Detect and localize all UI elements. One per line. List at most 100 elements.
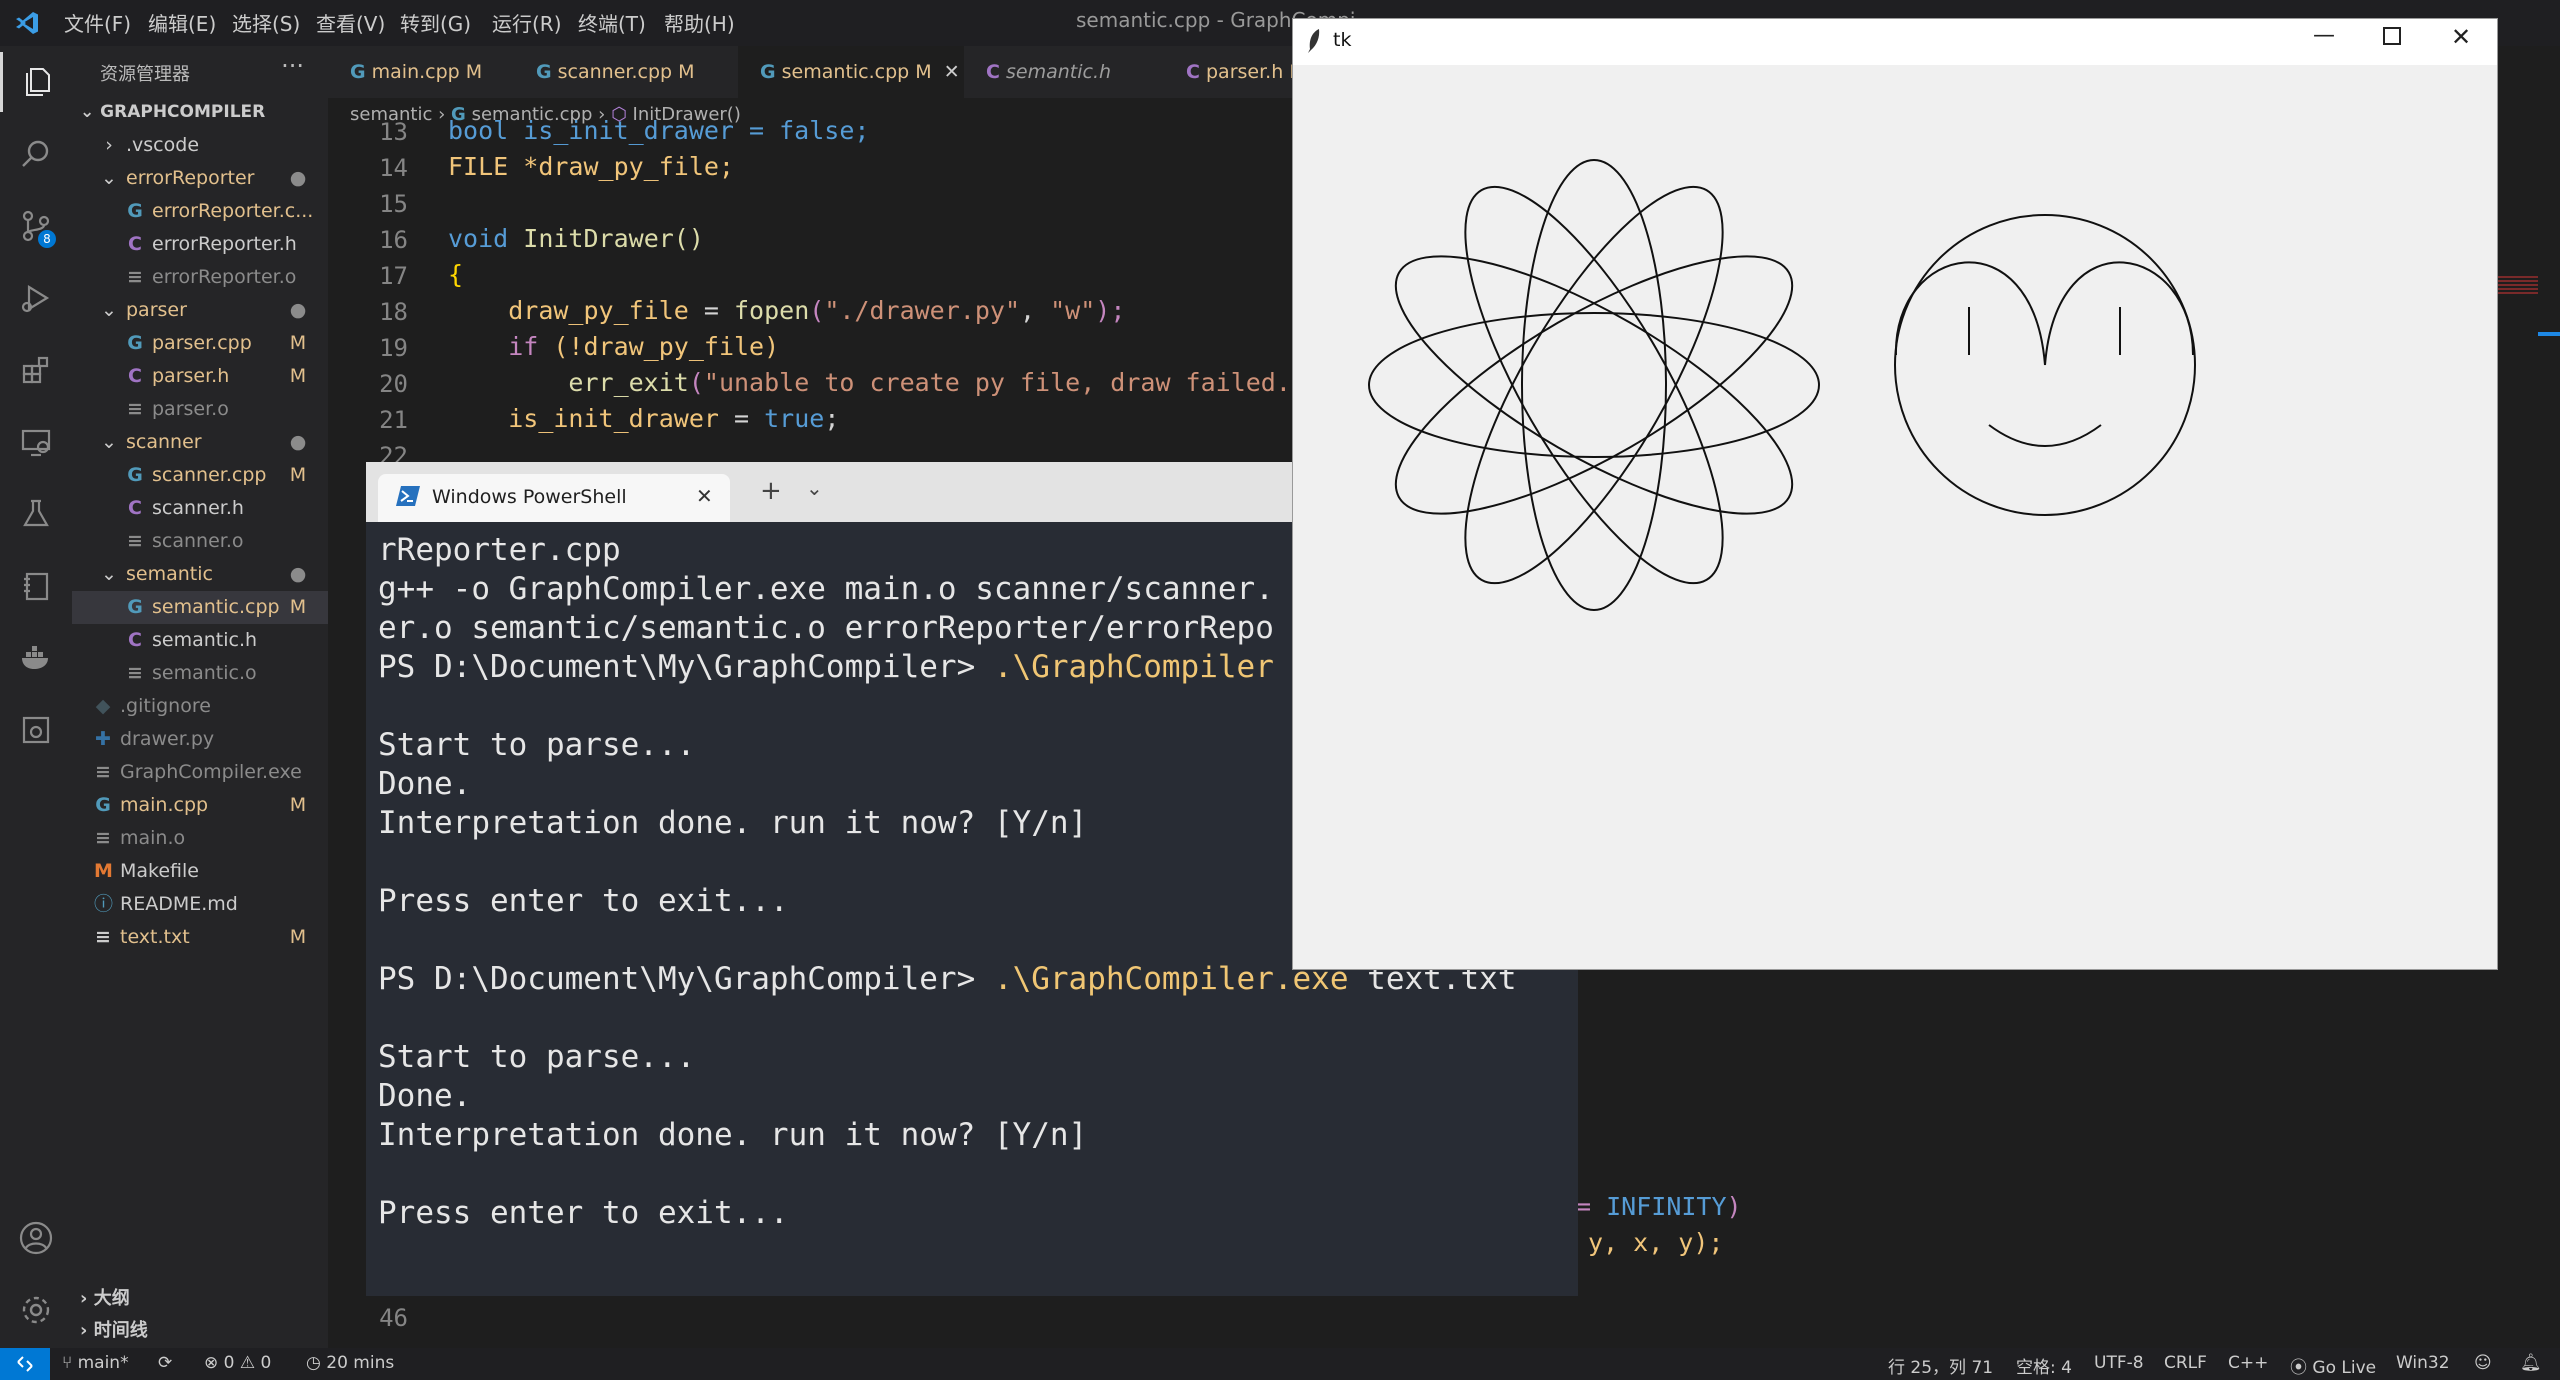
- feedback-icon[interactable]: ☺: [2474, 1353, 2492, 1373]
- account-icon[interactable]: [0, 1208, 72, 1268]
- line-number: 13: [379, 118, 408, 146]
- python-icon: ✚: [95, 728, 111, 750]
- chevron-down-icon: ⌄: [101, 431, 117, 453]
- tab-scanner-cpp[interactable]: G scanner.cpp M: [514, 46, 724, 98]
- docker-icon[interactable]: [0, 628, 72, 688]
- tree-folder-errorreporter[interactable]: ⌄ errorReporter ●: [100, 162, 328, 195]
- search-icon[interactable]: [0, 124, 72, 184]
- tree-file-main-cpp[interactable]: Gmain.cpp M: [94, 789, 328, 822]
- line-number: 15: [379, 190, 408, 218]
- tree-folder-vscode[interactable]: › .vscode: [100, 129, 328, 162]
- menu-help[interactable]: 帮助(H): [664, 8, 735, 37]
- tree-file-parser-h[interactable]: Cparser.h M: [100, 360, 328, 393]
- minimize-icon[interactable]: —: [2313, 23, 2335, 48]
- source-control-icon[interactable]: 8: [0, 196, 72, 256]
- tree-file-graphcompiler-exe[interactable]: ≡ GraphCompiler.exe: [94, 756, 328, 789]
- tree-file-errorreporter-cpp[interactable]: GerrorReporter.c...M: [100, 195, 378, 228]
- close-icon[interactable]: ✕: [2451, 23, 2471, 51]
- c-header-icon: C: [128, 629, 142, 651]
- tree-folder-parser[interactable]: ⌄ parser ●: [100, 294, 328, 327]
- settings-gear-icon[interactable]: [0, 1280, 72, 1340]
- encoding[interactable]: UTF-8: [2094, 1353, 2144, 1373]
- terminal-tab[interactable]: Windows PowerShell ✕: [378, 474, 730, 522]
- tree-file-scanner-cpp[interactable]: Gscanner.cpp M: [100, 459, 328, 492]
- bell-icon[interactable]: 🔔︎: [2520, 1353, 2542, 1373]
- tree-file-gitignore[interactable]: ◆ .gitignore: [94, 690, 328, 723]
- problems-status[interactable]: ⊗ 0 ⚠ 0: [204, 1353, 271, 1373]
- run-debug-icon[interactable]: [0, 268, 72, 328]
- sync-icon[interactable]: ⟳: [158, 1353, 172, 1373]
- line-endings[interactable]: CRLF: [2164, 1353, 2207, 1373]
- modified-dot: ●: [289, 431, 307, 453]
- explorer-icon[interactable]: [0, 52, 72, 112]
- cpp-file-icon: G: [350, 61, 366, 83]
- chevron-down-icon: ⌄: [101, 167, 117, 189]
- time-status[interactable]: ◷ 20 mins: [306, 1353, 394, 1373]
- modified-dot: ●: [289, 167, 307, 189]
- outline-section[interactable]: › 大纲: [80, 1284, 130, 1310]
- tab-main-cpp[interactable]: G main.cpp M: [328, 46, 514, 98]
- tree-file-readme[interactable]: ⓘ README.md: [94, 888, 328, 921]
- language-mode[interactable]: C++: [2228, 1353, 2268, 1373]
- tree-file-semantic-o[interactable]: ≡ semantic.o: [100, 657, 328, 690]
- close-icon[interactable]: ✕: [944, 61, 960, 83]
- close-icon[interactable]: ✕: [696, 484, 713, 508]
- tree-file-makefile[interactable]: M Makefile: [94, 855, 328, 888]
- more-actions-icon[interactable]: ···: [281, 52, 304, 80]
- tree-file-text-txt[interactable]: ≡ text.txt M: [94, 921, 328, 954]
- menu-run[interactable]: 运行(R): [492, 8, 562, 37]
- tree-file-drawer-py[interactable]: ✚ drawer.py: [94, 723, 328, 756]
- extensions-icon[interactable]: [0, 340, 72, 400]
- tree-file-errorreporter-h[interactable]: CerrorReporter.h: [100, 228, 328, 261]
- cursor-position[interactable]: 行 25，列 71: [1888, 1353, 1993, 1378]
- c-header-icon: C: [128, 233, 142, 255]
- terminal-line: PS D:\Document\My\GraphCompiler> .\Graph…: [378, 649, 1274, 685]
- chevron-down-icon[interactable]: ⌄: [806, 476, 823, 500]
- branch-status[interactable]: ⑂ main*: [62, 1353, 129, 1373]
- terminal-line: Press enter to exit...: [378, 1195, 789, 1231]
- menu-go[interactable]: 转到(G): [400, 8, 471, 37]
- tree-root[interactable]: ⌄ GRAPHCOMPILER: [80, 96, 328, 129]
- tree-file-parser-o[interactable]: ≡ parser.o: [100, 393, 328, 426]
- go-live-button[interactable]: ⦿ Go Live: [2290, 1353, 2376, 1378]
- tree-file-semantic-cpp[interactable]: Gsemantic.cpp M: [72, 591, 328, 624]
- indentation[interactable]: 空格: 4: [2016, 1353, 2072, 1378]
- tab-semantic-cpp[interactable]: G semantic.cpp M ✕: [738, 46, 964, 98]
- status-bar: ⑂ main* ⟳ ⊗ 0 ⚠ 0 ◷ 20 mins 行 25，列 71 空格…: [0, 1348, 2560, 1380]
- menu-view[interactable]: 查看(V): [316, 8, 385, 37]
- chevron-down-icon: ⌄: [80, 102, 95, 122]
- file-lines-icon: ≡: [95, 761, 111, 783]
- minimap[interactable]: [2498, 276, 2538, 296]
- tree-file-semantic-h[interactable]: Csemantic.h: [100, 624, 328, 657]
- maximize-icon[interactable]: [2383, 27, 2401, 45]
- remote-indicator-icon[interactable]: [0, 1348, 50, 1380]
- flower-drawing: [1368, 159, 1820, 611]
- tree-folder-semantic[interactable]: ⌄ semantic ●: [100, 558, 328, 591]
- tree-file-parser-cpp[interactable]: Gparser.cpp M: [100, 327, 328, 360]
- tree-file-scanner-h[interactable]: Cscanner.h: [100, 492, 328, 525]
- menu-terminal[interactable]: 终端(T): [578, 8, 646, 37]
- tree-folder-scanner[interactable]: ⌄ scanner ●: [100, 426, 328, 459]
- menu-file[interactable]: 文件(F): [64, 8, 131, 37]
- remote-settings-icon[interactable]: [0, 700, 72, 760]
- feather-icon: [1307, 29, 1321, 57]
- smiley-drawing: [1894, 214, 2196, 516]
- code-line: bool is_init_drawer = false;: [448, 116, 870, 145]
- tk-window[interactable]: tk — ✕: [1292, 18, 2498, 970]
- testing-icon[interactable]: [0, 484, 72, 544]
- timeline-section[interactable]: › 时间线: [80, 1316, 148, 1342]
- platform[interactable]: Win32: [2396, 1353, 2450, 1373]
- new-tab-plus-icon[interactable]: +: [760, 476, 782, 506]
- tab-semantic-h[interactable]: C semantic.h: [964, 46, 1144, 98]
- terminal-line: Start to parse...: [378, 1039, 696, 1075]
- menu-selection[interactable]: 选择(S): [232, 8, 300, 37]
- branch-icon: ⑂: [62, 1353, 73, 1373]
- line-number: 21: [379, 406, 408, 434]
- remote-explorer-icon[interactable]: [0, 412, 72, 472]
- tree-file-main-o[interactable]: ≡ main.o: [94, 822, 328, 855]
- code-fragment: = INFINITY): [1576, 1192, 1742, 1221]
- notebook-icon[interactable]: [0, 556, 72, 616]
- tree-file-errorreporter-o[interactable]: ≡ errorReporter.o: [100, 261, 328, 294]
- menu-edit[interactable]: 编辑(E): [148, 8, 216, 37]
- tree-file-scanner-o[interactable]: ≡ scanner.o: [100, 525, 328, 558]
